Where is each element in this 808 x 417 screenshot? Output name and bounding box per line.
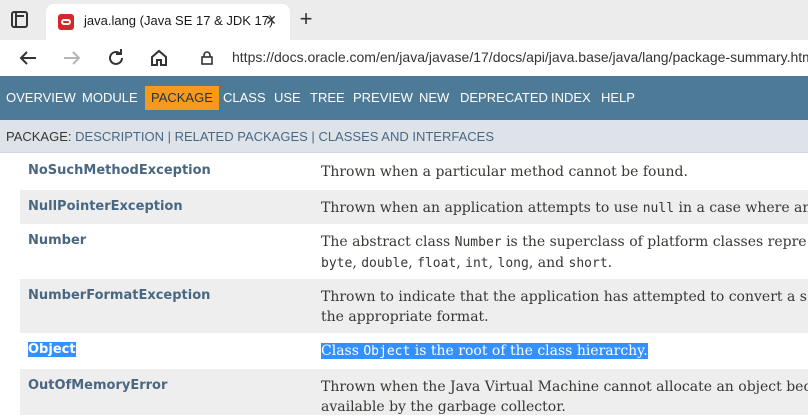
code-fragment: int (465, 256, 489, 271)
subnav-link-description[interactable]: DESCRIPTION (75, 129, 164, 144)
text-fragment: Thrown when an application attempts to u… (321, 200, 643, 216)
class-link[interactable]: OutOfMemoryError (28, 378, 167, 393)
code-fragment: long (497, 256, 529, 271)
text-fragment: , (408, 255, 418, 271)
plus-icon[interactable]: + (295, 8, 317, 30)
class-link[interactable]: NullPointerException (28, 199, 183, 214)
nav-deprecated[interactable]: DEPRECATED (460, 86, 548, 110)
text-fragment: Thrown when a particular method cannot b… (321, 164, 688, 180)
table-row: OutOfMemoryError Thrown when the Java Vir… (20, 369, 808, 415)
code-fragment: short (568, 256, 608, 271)
class-link[interactable]: NoSuchMethodException (28, 163, 211, 178)
code-fragment: Number (454, 235, 502, 250)
text-fragment: available by the garbage collector. (321, 399, 566, 415)
description-line: Thrown when an application attempts to u… (321, 198, 808, 219)
code-fragment: null (642, 201, 675, 216)
class-description: Thrown when an application attempts to u… (321, 198, 808, 219)
sub-nav: PACKAGE: DESCRIPTION | RELATED PACKAGES … (0, 120, 808, 153)
class-description: Thrown to indicate that the application … (321, 287, 808, 327)
nav-preview[interactable]: PREVIEW (353, 86, 413, 110)
text-fragment: is the root of the class hierarchy. (410, 343, 648, 359)
text-fragment: , (352, 255, 362, 271)
nav-use[interactable]: USE (274, 86, 301, 110)
code-fragment: Object (363, 344, 411, 359)
browser-tab-strip: java.lang (Java SE 17 & JDK 17) ✕ + (0, 0, 808, 40)
code-fragment: byte (321, 256, 353, 271)
description-line: the appropriate format. (321, 307, 808, 327)
table-row: NumberFormatException Thrown to indicate … (20, 279, 808, 333)
subnav-link-related-packages[interactable]: RELATED PACKAGES (175, 129, 308, 144)
subnav-label: PACKAGE: (6, 129, 72, 144)
oracle-favicon-icon (58, 14, 74, 30)
code-fragment: float (417, 256, 457, 271)
nav-help[interactable]: HELP (601, 86, 635, 110)
text-fragment: Class (321, 343, 364, 359)
subnav-link-classes-and-interfaces[interactable]: CLASSES AND INTERFACES (318, 129, 494, 144)
address-bar[interactable]: https://docs.oracle.com/en/java/javase/1… (232, 49, 808, 65)
code-fragment: double (361, 256, 409, 271)
text-fragment: is the superclass of platform classes re… (501, 234, 807, 250)
nav-index[interactable]: INDEX (551, 86, 591, 110)
table-row: Number The abstract class Number is the s… (20, 224, 808, 279)
table-row: NoSuchMethodException Thrown when a parti… (20, 154, 808, 190)
text-fragment: the appropriate format. (321, 309, 489, 325)
forward-arrow-icon[interactable] (58, 44, 86, 72)
nav-module[interactable]: MODULE (82, 86, 138, 110)
nav-class[interactable]: CLASS (223, 86, 266, 110)
text-fragment: , and (528, 255, 569, 271)
tab-title: java.lang (Java SE 17 & JDK 17) (84, 13, 274, 28)
subnav-separator: | (167, 129, 171, 144)
nav-overview[interactable]: OVERVIEW (6, 86, 76, 110)
class-link[interactable]: Number (28, 233, 86, 248)
description-line: Class Object is the root of the class hi… (321, 341, 808, 362)
text-fragment: Thrown when the Java Virtual Machine can… (321, 379, 808, 395)
description-line: byte, double, float, int, long, and shor… (321, 253, 808, 274)
description-line: The abstract class Number is the supercl… (321, 232, 808, 253)
class-description: The abstract class Number is the supercl… (321, 232, 808, 274)
description-line: Thrown when a particular method cannot b… (321, 162, 808, 182)
back-arrow-icon[interactable] (14, 44, 42, 72)
text-fragment: in a case where an (674, 200, 808, 216)
nav-tree[interactable]: TREE (310, 86, 345, 110)
description-line: Thrown to indicate that the application … (321, 287, 808, 307)
description-line: Thrown when the Java Virtual Machine can… (321, 377, 808, 397)
nav-package[interactable]: PACKAGE (145, 86, 219, 110)
nav-new[interactable]: NEW (419, 86, 449, 110)
class-summary-table: NoSuchMethodException Thrown when a parti… (20, 154, 808, 415)
home-icon[interactable] (145, 44, 173, 72)
table-row: Object Class Object is the root of the cl… (20, 333, 808, 369)
class-description: Thrown when a particular method cannot b… (321, 162, 808, 182)
browser-toolbar: https://docs.oracle.com/en/java/javase/1… (0, 40, 808, 76)
class-description: Class Object is the root of the class hi… (321, 341, 808, 362)
text-fragment: , (488, 255, 498, 271)
subnav-separator: | (311, 129, 315, 144)
text-fragment: Thrown to indicate that the application … (321, 289, 807, 305)
javadoc-top-nav: OVERVIEW MODULE PACKAGE CLASS USE TREE P… (0, 76, 808, 120)
class-link[interactable]: Object (28, 342, 76, 357)
class-link[interactable]: NumberFormatException (28, 288, 210, 303)
table-row: NullPointerException Thrown when an appli… (20, 190, 808, 224)
class-description: Thrown when the Java Virtual Machine can… (321, 377, 808, 417)
text-fragment: . (607, 255, 613, 271)
lock-icon[interactable] (200, 51, 214, 65)
tab-actions-icon[interactable] (11, 11, 28, 28)
close-icon[interactable]: ✕ (262, 11, 280, 29)
description-line: available by the garbage collector. (321, 397, 808, 417)
refresh-icon[interactable] (102, 44, 130, 72)
text-fragment: The abstract class (321, 234, 455, 250)
text-fragment: , (456, 255, 466, 271)
browser-tab[interactable]: java.lang (Java SE 17 & JDK 17) ✕ (46, 4, 290, 40)
